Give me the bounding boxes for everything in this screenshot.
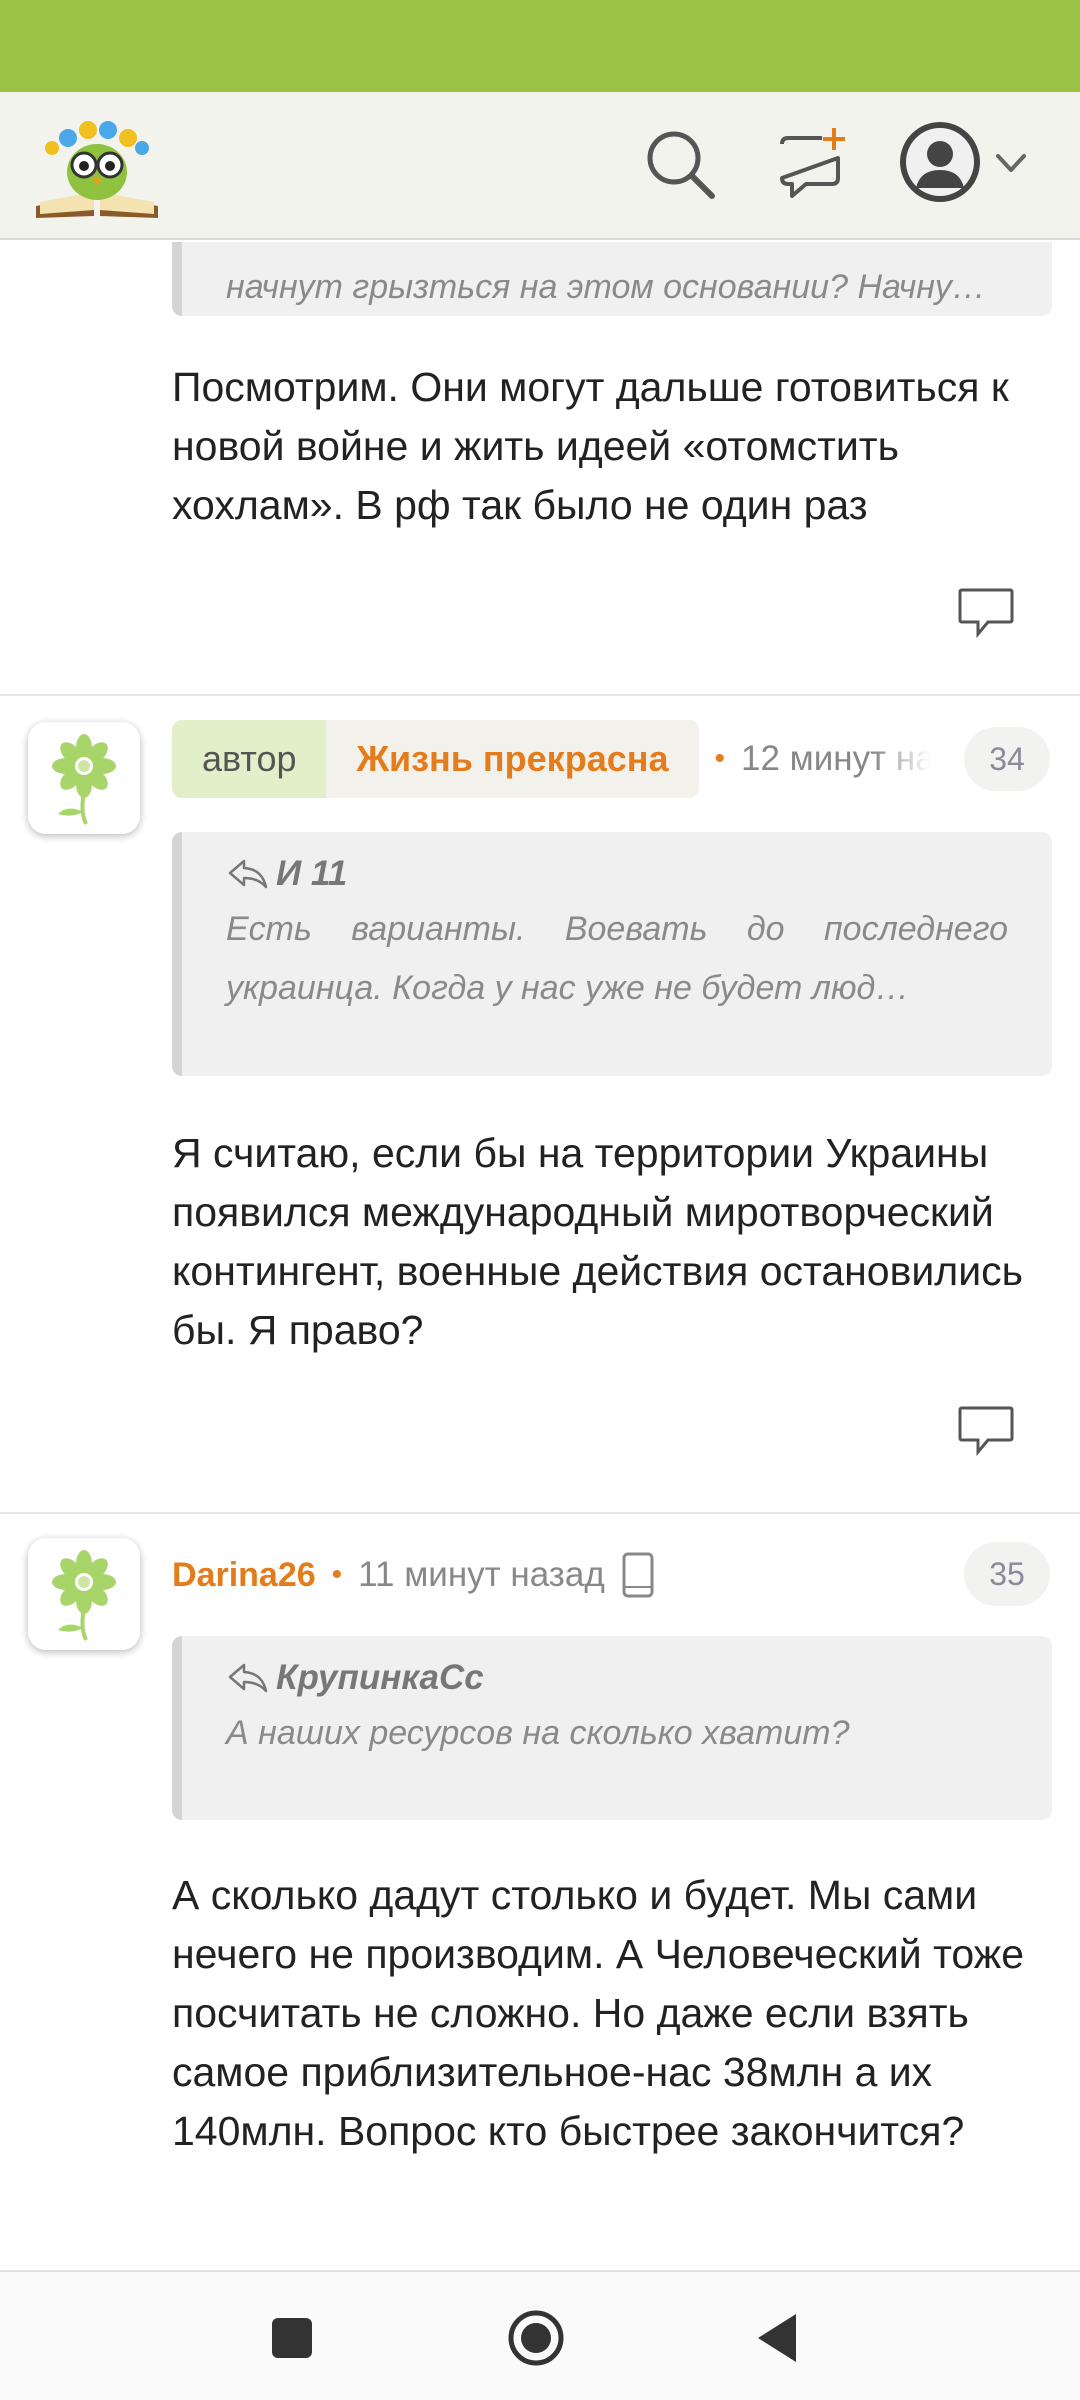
new-message-icon[interactable] bbox=[772, 124, 852, 204]
divider bbox=[0, 1512, 1080, 1514]
app-header bbox=[0, 92, 1080, 240]
quote-author-name[interactable]: КрупинкаСс bbox=[276, 1658, 484, 1698]
comment-number[interactable]: 35 bbox=[964, 1542, 1050, 1606]
comments-thread: начнут грызться на этом основании? Начну… bbox=[0, 242, 1080, 2270]
divider bbox=[0, 694, 1080, 696]
flower-avatar-icon bbox=[52, 1550, 116, 1641]
avatar[interactable] bbox=[28, 1538, 140, 1650]
comment-meta: Darina26 • 11 минут назад bbox=[172, 1536, 655, 1614]
separator-dot: • bbox=[331, 1558, 343, 1591]
comment-text: Я считаю, если бы на территории Украины … bbox=[172, 1130, 1023, 1353]
comment-meta: автор Жизнь прекрасна • 12 минут назад bbox=[172, 720, 931, 798]
search-icon[interactable] bbox=[640, 124, 720, 204]
quote-text: начнут грызться на этом основании? Начну… bbox=[226, 268, 986, 306]
reply-quote[interactable]: КрупинкаСс А наших ресурсов на сколько х… bbox=[172, 1636, 1052, 1820]
user-avatar-icon[interactable] bbox=[898, 120, 982, 204]
status-bar bbox=[0, 0, 1080, 92]
comment-time: 12 минут назад bbox=[741, 739, 932, 778]
comment-number[interactable]: 34 bbox=[964, 727, 1050, 791]
author-tag: автор bbox=[172, 720, 327, 798]
circle-home-icon[interactable] bbox=[504, 2306, 568, 2370]
mobile-phone-icon bbox=[622, 1552, 654, 1598]
system-nav-bar bbox=[0, 2270, 1080, 2400]
chevron-down-icon[interactable] bbox=[992, 144, 1030, 182]
comment-time: 11 минут назад bbox=[358, 1555, 605, 1594]
comment-text: Посмотрим. Они могут дальше готовиться к… bbox=[172, 364, 1009, 528]
owl-on-book-logo[interactable] bbox=[32, 110, 162, 222]
reply-icon[interactable] bbox=[956, 1402, 1016, 1458]
author-badge[interactable]: автор Жизнь прекрасна bbox=[172, 720, 699, 798]
triangle-back-icon[interactable] bbox=[748, 2306, 812, 2370]
reply-arrow-icon bbox=[228, 1663, 268, 1693]
quote-text: А наших ресурсов на сколько хватит? bbox=[226, 1714, 850, 1752]
quote-text: Есть варианты. Воевать до последнего укр… bbox=[226, 910, 1008, 1007]
separator-dot: • bbox=[714, 742, 726, 775]
comment-text: А сколько дадут столько и будет. Мы сами… bbox=[172, 1872, 1024, 2154]
avatar[interactable] bbox=[28, 722, 140, 834]
reply-arrow-icon bbox=[228, 859, 268, 889]
quote-author: И 11 bbox=[226, 854, 1008, 894]
reply-quote[interactable]: начнут грызться на этом основании? Начну… bbox=[172, 242, 1052, 316]
reply-icon[interactable] bbox=[956, 584, 1016, 640]
square-icon[interactable] bbox=[260, 2306, 324, 2370]
quote-author: КрупинкаСс bbox=[226, 1658, 1008, 1698]
quote-author-name[interactable]: И 11 bbox=[276, 854, 347, 894]
flower-avatar-icon bbox=[52, 734, 116, 825]
reply-quote[interactable]: И 11 Есть варианты. Воевать до последнег… bbox=[172, 832, 1052, 1076]
comment-author[interactable]: Darina26 bbox=[172, 1556, 316, 1595]
comment-author[interactable]: Жизнь прекрасна bbox=[326, 720, 699, 798]
